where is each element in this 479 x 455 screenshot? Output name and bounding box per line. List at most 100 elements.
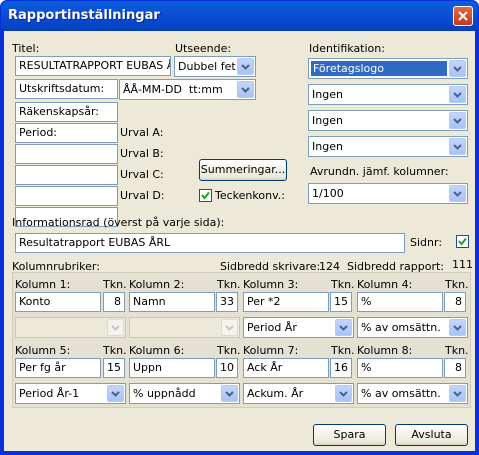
- column-6-select[interactable]: % uppnådd: [129, 383, 240, 404]
- period-field[interactable]: Period:: [15, 123, 118, 143]
- column-3-input[interactable]: Per *2: [243, 292, 329, 312]
- chevron-down-icon: [241, 64, 250, 70]
- sidnr-label: Sidnr:: [410, 236, 443, 249]
- column-7-select[interactable]: Ackum. År: [243, 383, 354, 404]
- chevron-down-icon: [241, 87, 250, 93]
- identifikation-label: Identifikation:: [309, 42, 385, 55]
- chevron-down-icon: [339, 325, 348, 331]
- urval-b-field[interactable]: [15, 165, 118, 185]
- column-8-tkn-label: Tkn.: [445, 344, 469, 357]
- column-6-dropdown-button[interactable]: [221, 385, 238, 402]
- column-2-dropdown-button: [221, 319, 238, 336]
- column-5-input[interactable]: Per fg år: [15, 358, 101, 378]
- column-8-dropdown-button[interactable]: [449, 385, 466, 402]
- chevron-down-icon: [225, 391, 234, 397]
- informationsrad-label: Informationsrad (överst på varje sida):: [12, 216, 225, 229]
- column-5-dropdown-button[interactable]: [107, 385, 124, 402]
- column-4-dropdown-button[interactable]: [449, 319, 466, 336]
- sidbredd-rapport-value: 111: [452, 258, 473, 271]
- avrundn-label: Avrundn. jämf. kolumner:: [310, 165, 449, 178]
- column-1-tkn-input[interactable]: 8: [103, 292, 125, 312]
- utskriftsdatum-dropdown-button[interactable]: [237, 81, 254, 98]
- teckenkonv-label: Teckenkonv.:: [215, 189, 285, 202]
- chevron-down-icon: [453, 144, 462, 150]
- close-icon: [458, 11, 468, 21]
- avsluta-button[interactable]: Avsluta: [395, 424, 468, 446]
- dialog-window: Rapportinställningar Titel: RESULTATRAPP…: [0, 0, 479, 455]
- column-1-label: Kolumn 1:: [15, 278, 71, 291]
- identifikation-dropdown-button-4[interactable]: [449, 138, 466, 155]
- column-2-tkn-input[interactable]: 33: [216, 292, 238, 312]
- column-5-tkn-input[interactable]: 15: [103, 358, 125, 378]
- checkmark-icon: [201, 191, 210, 200]
- utskriftsdatum-select[interactable]: ÅÅ-MM-DD tt:mm: [119, 79, 256, 100]
- column-1-tkn-label: Tkn.: [103, 278, 127, 291]
- column-5-select[interactable]: Period År-1: [15, 383, 126, 404]
- column-8-tkn-input[interactable]: 8: [444, 358, 466, 378]
- chevron-down-icon: [225, 325, 234, 331]
- identifikation-select-1[interactable]: Företagslogo: [308, 58, 468, 79]
- rakenskapsar-field[interactable]: Räkenskapsår:: [15, 102, 118, 122]
- utseende-dropdown-button[interactable]: [237, 58, 254, 75]
- column-1-dropdown-button: [107, 319, 124, 336]
- identifikation-select-3[interactable]: Ingen: [308, 110, 468, 131]
- titel-label: Titel:: [12, 42, 40, 55]
- column-8-label: Kolumn 8:: [357, 344, 413, 357]
- identifikation-value-3: Ingen: [312, 114, 343, 127]
- chevron-down-icon: [339, 391, 348, 397]
- column-2-tkn-label: Tkn.: [217, 278, 241, 291]
- column-7-tkn-input[interactable]: 16: [330, 358, 352, 378]
- title-bar[interactable]: Rapportinställningar: [1, 1, 478, 31]
- column-2-input[interactable]: Namn: [129, 292, 215, 312]
- column-3-tkn-input[interactable]: 15: [330, 292, 352, 312]
- column-5-select-value: Period År-1: [19, 387, 80, 400]
- sidnr-checkbox[interactable]: [456, 235, 469, 248]
- column-1-input[interactable]: Konto: [15, 292, 101, 312]
- column-8-input[interactable]: %: [357, 358, 443, 378]
- urval-a-field[interactable]: [15, 144, 118, 164]
- avrundn-select[interactable]: 1/100: [308, 183, 468, 204]
- column-6-input[interactable]: Uppn: [129, 358, 215, 378]
- close-button[interactable]: [453, 6, 473, 26]
- urval-b-label: Urval B:: [120, 147, 164, 160]
- spara-button[interactable]: Spara: [313, 424, 386, 446]
- chevron-down-icon: [453, 191, 462, 197]
- column-6-select-value: % uppnådd: [133, 387, 196, 400]
- column-3-dropdown-button[interactable]: [335, 319, 352, 336]
- chevron-down-icon: [111, 325, 120, 331]
- column-4-select[interactable]: % av omsättn.: [357, 317, 468, 338]
- titel-input[interactable]: RESULTATRAPPORT EUBAS ÅRL: [15, 56, 171, 76]
- chevron-down-icon: [453, 92, 462, 98]
- urval-c-label: Urval C:: [120, 168, 164, 181]
- summeringar-button[interactable]: Summeringar...: [199, 159, 287, 181]
- chevron-down-icon: [453, 66, 462, 72]
- teckenkonv-checkbox[interactable]: [199, 189, 212, 202]
- column-4-select-value: % av omsättn.: [361, 321, 441, 334]
- column-8-select[interactable]: % av omsättn.: [357, 383, 468, 404]
- utseende-select[interactable]: Dubbel fet: [174, 56, 256, 77]
- dialog-body: Titel: RESULTATRAPPORT EUBAS ÅRL Utseend…: [4, 31, 475, 451]
- column-7-dropdown-button[interactable]: [335, 385, 352, 402]
- chevron-down-icon: [453, 391, 462, 397]
- column-6-tkn-input[interactable]: 10: [216, 358, 238, 378]
- identifikation-dropdown-button-1[interactable]: [449, 60, 466, 77]
- identifikation-select-2[interactable]: Ingen: [308, 84, 468, 105]
- column-1-select: [15, 317, 126, 338]
- identifikation-select-4[interactable]: Ingen: [308, 136, 468, 157]
- chevron-down-icon: [111, 391, 120, 397]
- identifikation-dropdown-button-3[interactable]: [449, 112, 466, 129]
- column-7-input[interactable]: Ack År: [243, 358, 329, 378]
- informationsrad-input[interactable]: Resultatrapport EUBAS ÅRL: [15, 233, 405, 253]
- column-4-label: Kolumn 4:: [357, 278, 413, 291]
- chevron-down-icon: [453, 118, 462, 124]
- column-2-label: Kolumn 2:: [129, 278, 185, 291]
- column-4-input[interactable]: %: [357, 292, 443, 312]
- column-3-select[interactable]: Period År: [243, 317, 354, 338]
- urval-d-label: Urval D:: [120, 189, 165, 202]
- avrundn-dropdown-button[interactable]: [449, 185, 466, 202]
- urval-c-field[interactable]: [15, 186, 118, 206]
- column-4-tkn-input[interactable]: 8: [444, 292, 466, 312]
- identifikation-value-1: Företagslogo: [311, 61, 447, 76]
- identifikation-dropdown-button-2[interactable]: [449, 86, 466, 103]
- column-3-select-value: Period År: [247, 321, 297, 334]
